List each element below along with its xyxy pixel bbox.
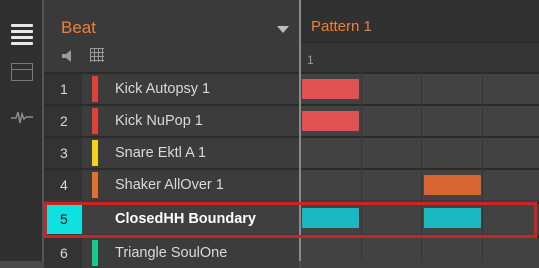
pattern-row[interactable] bbox=[301, 136, 539, 168]
note-event[interactable] bbox=[302, 111, 359, 131]
sound-color-swatch bbox=[92, 108, 98, 134]
note-event[interactable] bbox=[424, 208, 481, 228]
speaker-icon[interactable] bbox=[62, 50, 76, 62]
sound-name: Kick NuPop 1 bbox=[115, 113, 203, 129]
sound-name: Triangle SoulOne bbox=[115, 245, 228, 261]
sound-name: Kick Autopsy 1 bbox=[115, 81, 211, 97]
sound-list-toolbar bbox=[44, 42, 299, 72]
group-name: Beat bbox=[61, 18, 96, 37]
bar-number: 1 bbox=[307, 53, 314, 67]
sound-number: 6 bbox=[44, 238, 82, 268]
sound-number: 4 bbox=[44, 170, 82, 200]
sound-number: 5 bbox=[44, 204, 82, 234]
left-toolbar bbox=[0, 0, 44, 261]
grid-line bbox=[421, 72, 422, 261]
sound-row[interactable]: 6 Triangle SoulOne bbox=[44, 236, 299, 268]
pattern-editor: Pattern 1 1 bbox=[301, 0, 539, 268]
sound-row[interactable]: 2 Kick NuPop 1 bbox=[44, 104, 299, 136]
sound-row[interactable]: 3 Snare Ektl A 1 bbox=[44, 136, 299, 168]
pattern-row[interactable] bbox=[301, 236, 539, 268]
sound-row[interactable]: 4 Shaker AllOver 1 bbox=[44, 168, 299, 200]
sound-color-swatch bbox=[92, 76, 98, 102]
sound-number: 2 bbox=[44, 106, 82, 136]
arranger-view-icon[interactable] bbox=[11, 63, 33, 81]
grid-line bbox=[361, 72, 362, 261]
pattern-header[interactable]: Pattern 1 bbox=[301, 0, 539, 42]
grid-line bbox=[482, 72, 483, 261]
note-event[interactable] bbox=[424, 175, 481, 195]
sound-color-swatch bbox=[92, 172, 98, 198]
sound-name: Shaker AllOver 1 bbox=[115, 177, 224, 193]
sound-name: Snare Ektl A 1 bbox=[115, 145, 207, 161]
waveform-icon[interactable] bbox=[11, 108, 33, 131]
pattern-row[interactable] bbox=[301, 168, 539, 200]
pattern-name: Pattern 1 bbox=[311, 18, 372, 35]
list-view-icon[interactable] bbox=[11, 24, 33, 46]
sound-row[interactable]: 1 Kick Autopsy 1 bbox=[44, 72, 299, 104]
sound-number: 1 bbox=[44, 74, 82, 104]
sound-name: ClosedHH Boundary bbox=[115, 211, 256, 227]
group-header[interactable]: Beat bbox=[44, 0, 299, 42]
note-event[interactable] bbox=[302, 79, 359, 99]
timeline-ruler[interactable]: 1 bbox=[301, 42, 539, 73]
sound-list-panel: Beat 1 Kick Autopsy 1 2 Kick NuPop 1 3 S… bbox=[44, 0, 299, 268]
sound-row-selected[interactable]: 5 ClosedHH Boundary bbox=[44, 202, 299, 234]
sound-color-swatch bbox=[92, 140, 98, 166]
note-event[interactable] bbox=[302, 208, 359, 228]
chevron-down-icon[interactable] bbox=[277, 26, 289, 33]
grid-icon[interactable] bbox=[90, 48, 104, 62]
sound-number: 3 bbox=[44, 138, 82, 168]
sound-color-swatch bbox=[92, 240, 98, 266]
